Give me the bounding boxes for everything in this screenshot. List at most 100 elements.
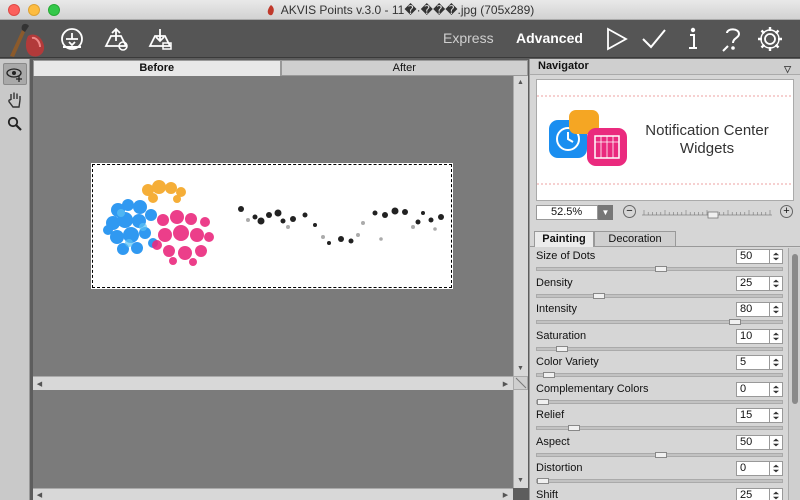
scroll-right-icon[interactable]: ▶ — [499, 377, 512, 390]
relief-slider-thumb[interactable] — [568, 425, 581, 431]
density-slider[interactable] — [536, 292, 783, 299]
image-canvas[interactable] — [33, 76, 513, 376]
print-image-icon[interactable] — [145, 24, 175, 54]
parameters-scrollbar[interactable] — [788, 248, 800, 500]
preview-text-line1: Notification Center — [645, 122, 768, 139]
scroll-left-icon[interactable]: ◀ — [33, 488, 46, 500]
tab-after[interactable]: After — [280, 60, 528, 76]
size-of-dots-slider[interactable] — [536, 266, 783, 272]
settings-icon[interactable] — [755, 24, 785, 54]
toggle-view-tool[interactable] — [3, 63, 27, 85]
zoom-slider-thumb[interactable] — [707, 211, 719, 219]
complementary-colors-slider-thumb[interactable] — [537, 398, 549, 405]
density-slider-thumb[interactable] — [592, 292, 605, 299]
tab-painting[interactable]: Painting — [534, 231, 594, 247]
zoom-slider[interactable] — [642, 209, 772, 219]
tab-before[interactable]: Before — [33, 60, 281, 76]
parameter-label: Shift — [536, 488, 559, 500]
size-of-dots-stepper-icon[interactable] — [770, 249, 783, 264]
resize-corner[interactable] — [513, 376, 528, 390]
parameter-label: Distortion — [536, 462, 583, 474]
intensity-field[interactable]: 80 — [736, 302, 770, 317]
parameter-aspect: Aspect 50 — [530, 434, 788, 460]
parameters-scrollbar-thumb[interactable] — [792, 254, 798, 404]
parameter-complementary-colors: Complementary Colors 0 — [530, 381, 788, 407]
parameter-label: Complementary Colors — [536, 382, 649, 395]
zoom-field[interactable]: 52.5% — [536, 205, 598, 220]
relief-field[interactable]: 15 — [736, 408, 770, 423]
parameter-label: Intensity — [536, 303, 577, 315]
complementary-colors-slider[interactable] — [536, 398, 783, 405]
hand-tool[interactable] — [3, 89, 27, 111]
window-title: AKVIS Points v.3.0 - 11�·���.jpg (705x28… — [280, 3, 535, 17]
aspect-slider[interactable] — [536, 451, 783, 458]
save-image-icon[interactable] — [101, 24, 131, 54]
color-variety-stepper-icon[interactable] — [770, 355, 783, 370]
scroll-up-icon[interactable]: ▲ — [514, 76, 527, 89]
complementary-colors-field[interactable]: 0 — [736, 381, 770, 397]
secondary-horizontal-scrollbar[interactable]: ◀ ▶ — [33, 488, 513, 500]
resize-grip-icon — [515, 377, 527, 389]
distortion-slider-thumb[interactable] — [537, 478, 549, 484]
scroll-down-icon[interactable]: ▼ — [514, 474, 527, 487]
run-icon[interactable] — [601, 24, 631, 54]
parameter-label: Color Variety — [536, 356, 599, 368]
saturation-slider-thumb[interactable] — [555, 345, 568, 352]
info-icon[interactable] — [678, 24, 708, 54]
advanced-mode-button[interactable]: Advanced — [516, 30, 583, 46]
shift-stepper-icon[interactable] — [770, 487, 783, 500]
parameter-intensity: Intensity 80 — [530, 301, 788, 327]
zoom-out-button[interactable]: − — [623, 205, 636, 218]
parameter-distortion: Distortion 0 — [530, 460, 788, 486]
color-variety-field[interactable]: 5 — [736, 355, 770, 370]
saturation-field[interactable]: 10 — [736, 328, 770, 344]
collapse-icon[interactable]: ▽ — [784, 62, 791, 77]
aspect-slider-thumb[interactable] — [654, 451, 667, 458]
distortion-field[interactable]: 0 — [736, 461, 770, 476]
intensity-slider-thumb[interactable] — [728, 319, 741, 325]
painted-image — [103, 180, 444, 266]
intensity-stepper-icon[interactable] — [770, 302, 783, 317]
navigator-preview[interactable]: Notification Center Widgets — [536, 79, 794, 201]
apply-icon[interactable] — [639, 24, 669, 54]
aspect-stepper-icon[interactable] — [770, 434, 783, 450]
color-variety-slider[interactable] — [536, 372, 783, 378]
parameter-label: Saturation — [536, 329, 587, 342]
parameter-density: Density 25 — [530, 275, 788, 301]
zoom-icon — [7, 116, 22, 131]
scroll-left-icon[interactable]: ◀ — [33, 377, 46, 390]
zoom-in-button[interactable]: + — [780, 205, 793, 218]
relief-slider[interactable] — [536, 425, 783, 431]
size-of-dots-slider-thumb[interactable] — [654, 266, 667, 272]
help-icon[interactable] — [718, 24, 748, 54]
scroll-down-icon[interactable]: ▼ — [514, 362, 527, 375]
color-variety-slider-thumb[interactable] — [543, 372, 556, 378]
tab-decoration[interactable]: Decoration — [594, 231, 676, 247]
relief-stepper-icon[interactable] — [770, 408, 783, 423]
distortion-stepper-icon[interactable] — [770, 461, 783, 476]
secondary-vertical-scrollbar[interactable]: ▼ — [513, 390, 528, 488]
parameter-shift: Shift 25 — [530, 487, 788, 500]
open-image-icon[interactable] — [57, 24, 87, 54]
canvas-vertical-scrollbar[interactable]: ▲ ▼ — [513, 76, 528, 376]
aspect-field[interactable]: 50 — [736, 434, 770, 450]
scroll-right-icon[interactable]: ▶ — [499, 488, 512, 500]
akvis-logo-icon — [10, 23, 45, 57]
canvas-horizontal-scrollbar[interactable]: ◀ ▶ — [33, 376, 513, 390]
preview-text-line2: Widgets — [680, 140, 734, 157]
saturation-slider[interactable] — [536, 345, 783, 352]
express-mode-button[interactable]: Express — [443, 30, 494, 46]
intensity-slider[interactable] — [536, 319, 783, 325]
saturation-stepper-icon[interactable] — [770, 328, 783, 344]
size-of-dots-field[interactable]: 50 — [736, 249, 770, 264]
navigator-header: Navigator ▽ — [530, 59, 800, 75]
density-field[interactable]: 25 — [736, 275, 770, 291]
complementary-colors-stepper-icon[interactable] — [770, 381, 783, 397]
distortion-slider[interactable] — [536, 478, 783, 484]
zoom-tool[interactable] — [3, 113, 27, 135]
title-bar: AKVIS Points v.3.0 - 11�·���.jpg (705x28… — [0, 0, 800, 20]
density-stepper-icon[interactable] — [770, 275, 783, 291]
zoom-dropdown-icon[interactable]: ▼ — [598, 205, 613, 220]
settings-panel: Navigator ▽ Notification Center Widgets … — [529, 59, 800, 500]
shift-field[interactable]: 25 — [736, 487, 770, 500]
